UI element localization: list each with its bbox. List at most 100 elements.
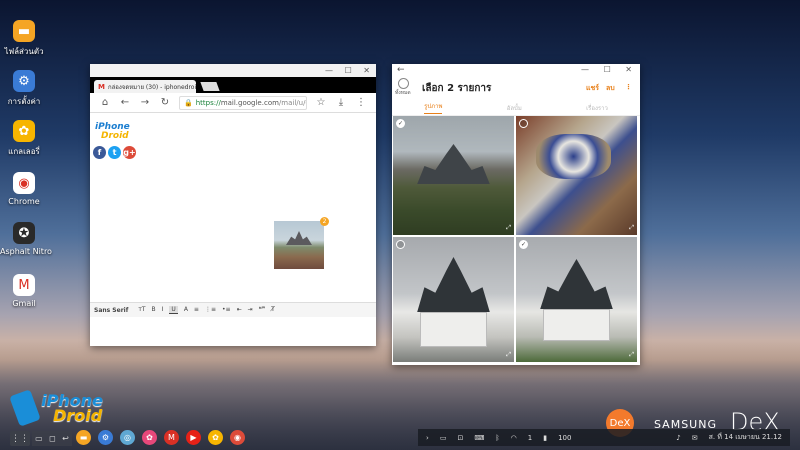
- expand-icon[interactable]: ⤢: [506, 351, 511, 359]
- photo-thumbnail[interactable]: ✓ ⤢: [516, 237, 637, 362]
- photo-thumbnail[interactable]: ⤢: [516, 116, 637, 235]
- tab-gmail[interactable]: M กล่องจดหมาย (30) - iphonedroid: [94, 80, 196, 93]
- social-icons: f t g+: [93, 146, 136, 159]
- back-icon[interactable]: ↩: [62, 434, 69, 443]
- format-button[interactable]: ⇥: [248, 306, 253, 314]
- volume-icon[interactable]: ♪: [676, 434, 680, 442]
- download-icon[interactable]: ⤓: [331, 97, 351, 108]
- keyboard-icon[interactable]: ⌨: [474, 434, 484, 442]
- format-button[interactable]: ⋮≡: [205, 306, 216, 314]
- format-button[interactable]: ⇤: [237, 306, 242, 314]
- date-time[interactable]: ส. ที่ 14 เมษายน 21.12: [709, 432, 782, 443]
- gallery-header: ← — ☐ ✕ ทั้งหมด เลือก 2 รายการ แชร์ ลบ ⋮: [392, 64, 640, 100]
- format-button[interactable]: A: [184, 306, 188, 314]
- format-button[interactable]: I: [162, 306, 164, 314]
- expand-icon[interactable]: ⤢: [506, 224, 511, 232]
- address-bar[interactable]: 🔒 https:// mail.google.com /mail/u/0/?ui…: [179, 95, 307, 110]
- new-tab-button[interactable]: [200, 82, 220, 91]
- tab-pictures[interactable]: รูปภาพ: [424, 101, 443, 114]
- message-icon[interactable]: ✉: [692, 434, 698, 442]
- close-button[interactable]: ✕: [625, 65, 632, 74]
- forward-icon[interactable]: →: [135, 97, 155, 108]
- gallery-icon: ✿: [13, 120, 35, 142]
- notification-badge[interactable]: 1: [528, 434, 532, 442]
- font-select[interactable]: Sans Serif: [94, 307, 128, 314]
- desktop-icon-gallery[interactable]: ✿ แกลเลอรี่: [0, 120, 48, 158]
- tray-expand-icon[interactable]: ›: [426, 434, 429, 442]
- photo-checkbox[interactable]: ✓: [396, 119, 405, 128]
- format-toolbar: Sans Serif ᴛT B I U A ≡ ⋮≡ •≡ ⇤ ⇥ ❝❞ T̸: [90, 302, 376, 317]
- photo-checkbox[interactable]: ✓: [519, 240, 528, 249]
- desktop-icon-settings[interactable]: ⚙ การตั้งค่า: [0, 70, 48, 108]
- selection-title: เลือก 2 รายการ: [422, 83, 492, 94]
- gmail-compose-area[interactable]: iPhone Droid f t g+ 2 Sans Serif ᴛT B I U A ≡…: [90, 113, 376, 317]
- format-button[interactable]: B: [152, 306, 156, 314]
- star-icon[interactable]: ☆: [311, 97, 331, 108]
- iphonedroid-logo: iPhone Droid: [95, 122, 130, 141]
- taskbar-chrome-icon[interactable]: ◉: [230, 430, 245, 445]
- wifi-icon[interactable]: ◠: [511, 434, 517, 442]
- minimize-button[interactable]: —: [325, 66, 333, 75]
- desktop-icon-my-files[interactable]: ▬ ไฟล์ส่วนตัว: [0, 20, 48, 58]
- format-button[interactable]: ᴛT: [138, 306, 145, 314]
- attachment-count-badge: 2: [320, 217, 329, 226]
- back-icon[interactable]: ←: [115, 97, 135, 108]
- google-plus-icon[interactable]: g+: [123, 146, 136, 159]
- format-button[interactable]: ❝❞: [259, 306, 265, 314]
- format-button[interactable]: T̸: [271, 306, 275, 314]
- gallery-tabs: รูปภาพ อัลบั้ม เรื่องราว: [392, 100, 640, 116]
- photo-checkbox[interactable]: [519, 119, 528, 128]
- desktop-icon-asphalt[interactable]: ✪ Asphalt Nitro: [0, 222, 52, 256]
- recents-icon[interactable]: ▭: [35, 434, 43, 443]
- chrome-icon: ◉: [13, 172, 35, 194]
- facebook-icon[interactable]: f: [93, 146, 106, 159]
- taskbar-gallery2-icon[interactable]: ✿: [208, 430, 223, 445]
- desktop-icon-gmail[interactable]: M Gmail: [0, 274, 48, 308]
- desktop-icon-chrome[interactable]: ◉ Chrome: [0, 172, 48, 206]
- attached-image[interactable]: [274, 221, 324, 269]
- lock-icon: 🔒: [184, 98, 193, 107]
- apps-button[interactable]: ⋮⋮: [10, 431, 30, 446]
- more-icon[interactable]: ⋮: [625, 83, 632, 91]
- photo-thumbnail[interactable]: ✓ ⤢: [393, 116, 514, 235]
- twitter-icon[interactable]: t: [108, 146, 121, 159]
- close-button[interactable]: ✕: [363, 66, 370, 75]
- format-button[interactable]: U: [169, 306, 178, 314]
- bluetooth-icon[interactable]: ᛒ: [495, 434, 499, 442]
- nav-buttons: ▭ ◻ ↩: [32, 431, 72, 446]
- photo-checkbox[interactable]: [396, 240, 405, 249]
- screen-icon[interactable]: ▭: [440, 434, 447, 442]
- home-icon[interactable]: ◻: [49, 434, 56, 443]
- maximize-button[interactable]: ☐: [345, 66, 352, 75]
- expand-icon[interactable]: ⤢: [629, 351, 634, 359]
- desktop-icon-label: การตั้งค่า: [7, 97, 41, 106]
- taskbar-gallery-icon[interactable]: ✿: [142, 430, 157, 445]
- photo-thumbnail[interactable]: ⤢: [393, 237, 514, 362]
- format-button[interactable]: •≡: [222, 306, 231, 314]
- tab-stories[interactable]: เรื่องราว: [586, 103, 608, 113]
- home-icon[interactable]: ⌂: [95, 97, 115, 108]
- taskbar-files-icon[interactable]: ▬: [76, 430, 91, 445]
- capture-icon[interactable]: ⊡: [457, 434, 463, 442]
- taskbar-youtube-icon[interactable]: ▶: [186, 430, 201, 445]
- my-files-icon: ▬: [13, 20, 35, 42]
- share-button[interactable]: แชร์: [586, 83, 599, 94]
- back-icon[interactable]: ←: [397, 65, 405, 75]
- expand-icon[interactable]: ⤢: [629, 224, 634, 232]
- asphalt-icon: ✪: [13, 222, 35, 244]
- url-domain: mail.google.com: [220, 98, 279, 107]
- chrome-titlebar[interactable]: — ☐ ✕: [90, 64, 376, 77]
- menu-icon[interactable]: ⋮: [351, 97, 371, 108]
- desktop-icon-label: แกลเลอรี่: [8, 147, 40, 156]
- tab-albums[interactable]: อัลบั้ม: [507, 103, 522, 113]
- taskbar-settings-icon[interactable]: ⚙: [98, 430, 113, 445]
- select-all-checkbox[interactable]: [398, 78, 409, 89]
- delete-button[interactable]: ลบ: [606, 83, 615, 94]
- taskbar-camera-icon[interactable]: ◎: [120, 430, 135, 445]
- taskbar-gmail-icon[interactable]: M: [164, 430, 179, 445]
- format-button[interactable]: ≡: [194, 306, 199, 314]
- minimize-button[interactable]: —: [581, 65, 589, 74]
- reload-icon[interactable]: ↻: [155, 97, 175, 108]
- tab-title: กล่องจดหมาย (30) - iphonedroid: [107, 83, 196, 91]
- maximize-button[interactable]: ☐: [604, 65, 611, 74]
